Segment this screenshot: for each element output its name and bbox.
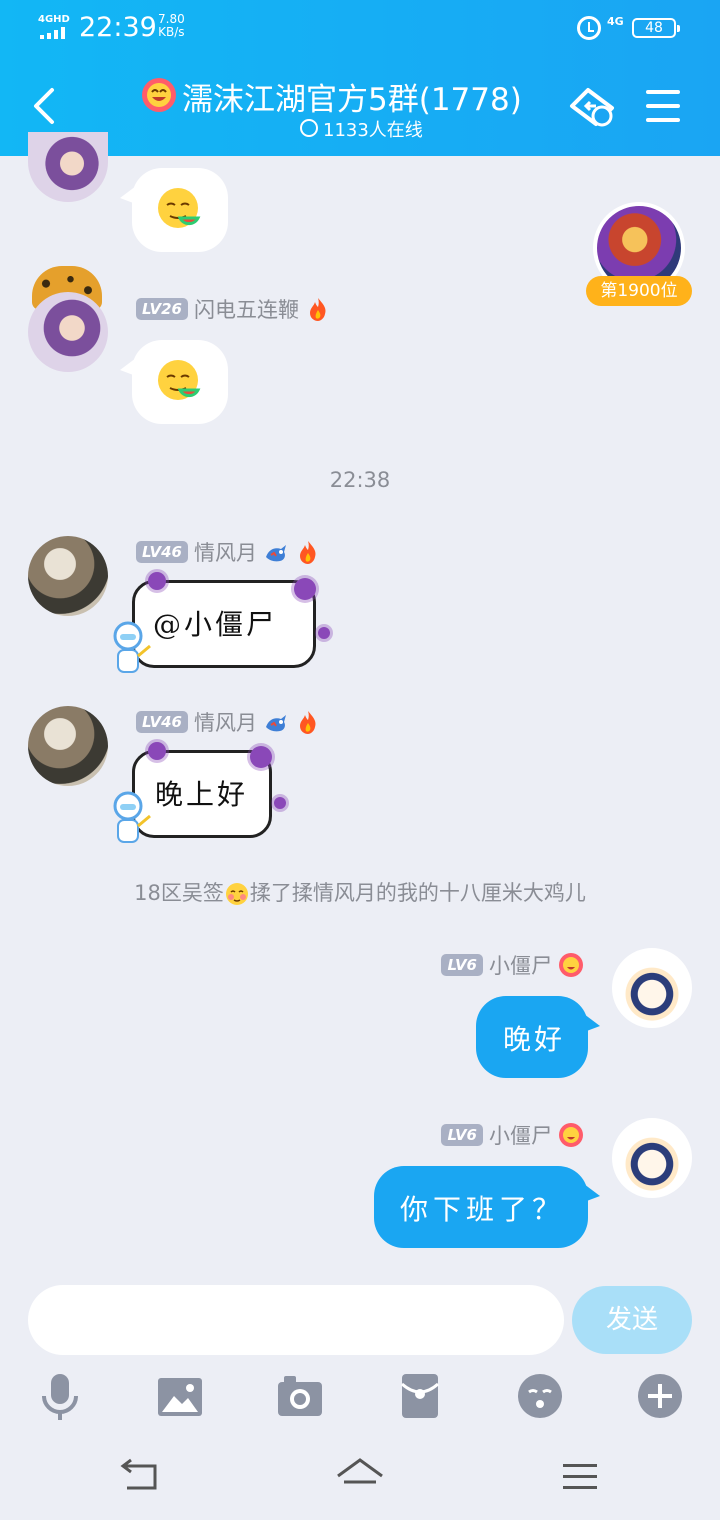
sender-name-row[interactable]: LV46 情风月 <box>136 707 321 735</box>
self-avatar[interactable] <box>612 1118 692 1198</box>
self-name-row[interactable]: LV6 小僵尸 <box>441 1120 584 1148</box>
net-type: 4G <box>607 15 624 28</box>
speed-unit: KB/s <box>158 25 185 39</box>
virus-sticker-icon <box>274 797 286 809</box>
chat-header: 4GHD 22:39 7.80 KB/s 4G 48 濡沫江湖官方5群(1778… <box>0 0 720 156</box>
image-icon[interactable] <box>154 1370 206 1422</box>
message-bubble[interactable] <box>120 168 228 252</box>
watermelon-emoji-icon <box>158 360 201 400</box>
battery-icon: 48 <box>632 18 680 38</box>
avatar[interactable] <box>28 132 108 202</box>
message-text: 你下班了？ <box>400 1193 566 1226</box>
battery-level: 48 <box>645 20 663 36</box>
emoji-icon[interactable] <box>514 1370 566 1422</box>
sender-name: 小僵尸 <box>489 954 552 978</box>
level-badge: LV46 <box>136 541 188 563</box>
self-avatar[interactable] <box>612 948 692 1028</box>
virus-sticker-icon <box>294 578 316 600</box>
home-nav-icon[interactable] <box>336 1456 384 1496</box>
send-button[interactable]: 发送 <box>572 1286 692 1354</box>
signal-icon <box>40 27 70 39</box>
avatar[interactable] <box>28 536 108 616</box>
doctor-sticker-icon <box>113 791 151 843</box>
doctor-sticker-icon <box>113 621 151 673</box>
rank-badge: 第1900位 <box>586 276 692 306</box>
dragon-icon <box>265 545 286 562</box>
level-badge: LV46 <box>136 711 188 733</box>
back-nav-icon[interactable] <box>115 1456 163 1496</box>
sender-name: 闪电五连鞭 <box>193 298 299 322</box>
message-text: 晚好 <box>503 1023 566 1056</box>
status-bar: 4GHD 22:39 7.80 KB/s 4G 48 <box>0 0 720 58</box>
watermelon-emoji-icon <box>158 188 201 228</box>
system-message: 18区吴签 揉了揉情风月的我的十八厘米大鸡儿 <box>0 877 720 907</box>
smile-emoji-icon <box>559 953 583 977</box>
virus-sticker-icon <box>318 627 330 639</box>
plus-icon[interactable] <box>634 1370 686 1422</box>
avatar[interactable] <box>28 706 108 786</box>
sender-name: 情风月 <box>193 711 257 735</box>
system-navbar <box>0 1438 720 1520</box>
message-text: 晚上好 <box>155 778 249 811</box>
dragon-icon <box>265 715 286 732</box>
online-text: 1133人在线 <box>323 120 423 141</box>
message-text: @小僵尸 <box>153 608 278 641</box>
sender-name-row[interactable]: LV46 情风月 <box>136 537 321 565</box>
group-title: 濡沫江湖官方5群(1778) <box>182 82 522 118</box>
sender-name: 情风月 <box>193 541 257 565</box>
menu-icon[interactable] <box>640 82 692 130</box>
network-speed: 7.80 KB/s <box>158 13 185 39</box>
alarm-icon <box>577 16 601 40</box>
avatar[interactable] <box>28 292 108 372</box>
virus-sticker-icon <box>148 742 166 760</box>
back-arrow-icon[interactable] <box>28 84 64 128</box>
level-badge: LV6 <box>441 954 483 976</box>
smile-emoji-icon <box>559 1123 583 1147</box>
fire-icon <box>299 711 316 734</box>
level-badge: LV6 <box>441 1124 483 1146</box>
fire-icon <box>309 298 326 321</box>
message-bubble[interactable]: @小僵尸 <box>132 580 316 668</box>
status-time: 22:39 <box>79 12 157 43</box>
microphone-icon[interactable] <box>34 1370 86 1422</box>
network-label: 4GHD <box>38 14 70 25</box>
level-badge: LV26 <box>136 298 188 320</box>
menu-nav-icon[interactable] <box>557 1456 605 1496</box>
rank-widget[interactable]: 第1900位 <box>586 202 692 306</box>
smile-emoji-icon <box>142 78 176 112</box>
virus-sticker-icon <box>250 746 272 768</box>
blush-emoji-icon <box>225 883 248 905</box>
virus-sticker-icon <box>148 572 166 590</box>
self-message-bubble[interactable]: 你下班了？ <box>374 1166 600 1248</box>
sender-name-row[interactable]: LV26 闪电五连鞭 <box>136 294 331 322</box>
group-share-icon[interactable] <box>566 82 618 130</box>
check-circle-icon <box>300 119 318 137</box>
red-packet-icon[interactable] <box>394 1370 446 1422</box>
time-separator: 22:38 <box>329 468 391 492</box>
fire-icon <box>299 541 316 564</box>
message-input[interactable] <box>28 1285 564 1355</box>
self-name-row[interactable]: LV6 小僵尸 <box>441 950 584 978</box>
system-action: 揉了揉情风月的我的十八厘米大鸡儿 <box>249 881 586 905</box>
message-bubble[interactable] <box>120 340 228 424</box>
sender-name: 小僵尸 <box>489 1124 552 1148</box>
camera-icon[interactable] <box>274 1370 326 1422</box>
self-message-bubble[interactable]: 晚好 <box>476 996 600 1078</box>
system-actor: 18区吴签 <box>134 881 224 905</box>
